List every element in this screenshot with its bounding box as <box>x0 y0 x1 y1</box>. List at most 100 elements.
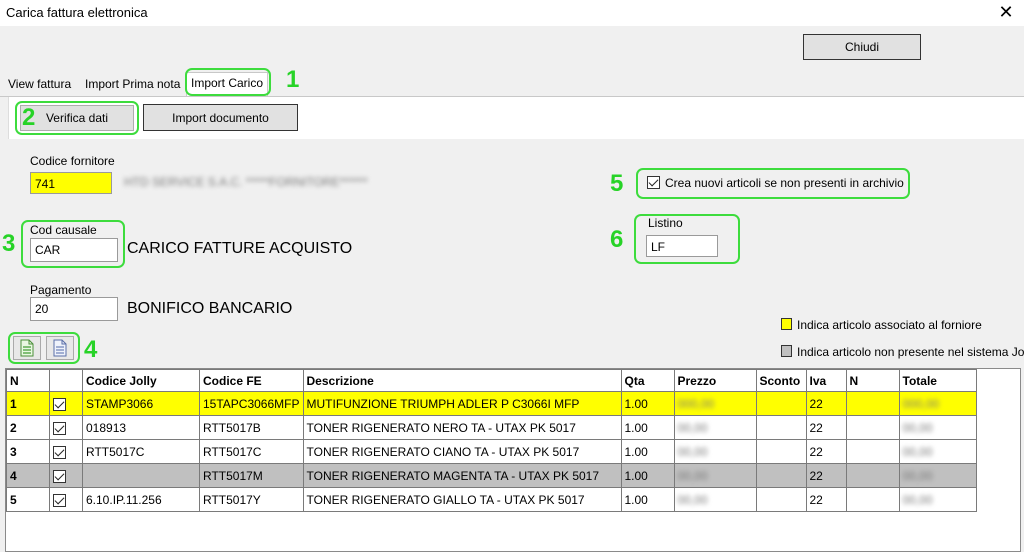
fornitore-name: HTD SERVICE S.A.C. *****FORNITORE****** <box>124 175 368 189</box>
n-cell[interactable] <box>845 487 900 512</box>
totale-cell[interactable]: 00,00 <box>898 487 977 512</box>
deselect-all-icon[interactable] <box>46 336 74 360</box>
table-row[interactable]: 1 STAMP3066 15TAPC3066MFP MUTIFUNZIONE TRIU… <box>6 391 977 416</box>
sconto-cell[interactable] <box>755 463 807 488</box>
codice-fe-cell[interactable]: RTT5017B <box>199 415 304 440</box>
descrizione-cell[interactable]: MUTIFUNZIONE TRIUMPH ADLER P C3066I MFP <box>302 391 622 416</box>
row-checkbox[interactable] <box>49 487 83 512</box>
qta-cell[interactable]: 1.00 <box>620 391 675 416</box>
tab-view-fattura[interactable]: View fattura <box>4 74 75 96</box>
n-cell[interactable] <box>845 463 900 488</box>
listino-label: Listino <box>648 216 683 230</box>
column-header[interactable]: Codice FE <box>199 369 304 392</box>
pagamento-label: Pagamento <box>30 283 92 297</box>
column-header[interactable]: Totale <box>898 369 977 392</box>
codice-jolly-cell[interactable]: 018913 <box>82 415 200 440</box>
prezzo-cell[interactable]: 000,00 <box>673 391 757 416</box>
codice-fe-cell[interactable]: 15TAPC3066MFP <box>199 391 304 416</box>
column-header[interactable]: N <box>845 369 900 392</box>
iva-cell[interactable]: 22 <box>805 463 847 488</box>
table-row[interactable]: 2 018913 RTT5017B TONER RIGENERATO NERO TA … <box>6 415 977 440</box>
legend-gray-swatch <box>781 345 792 357</box>
column-header[interactable]: N <box>6 369 50 392</box>
marker-3: 3 <box>2 230 16 257</box>
qta-cell[interactable]: 1.00 <box>620 439 675 464</box>
marker-1: 1 <box>286 66 300 93</box>
codice-fe-cell[interactable]: RTT5017C <box>199 439 304 464</box>
codice-fe-cell[interactable]: RTT5017M <box>199 463 304 488</box>
marker-5: 5 <box>610 170 624 197</box>
totale-cell[interactable]: 000,00 <box>898 391 977 416</box>
prezzo-cell[interactable]: 00,00 <box>673 415 757 440</box>
codice-fe-cell[interactable]: RTT5017Y <box>199 487 304 512</box>
totale-cell[interactable]: 00,00 <box>898 439 977 464</box>
qta-cell[interactable]: 1.00 <box>620 487 675 512</box>
n-cell[interactable] <box>845 415 900 440</box>
row-checkbox[interactable] <box>49 391 83 416</box>
row-number[interactable]: 3 <box>6 439 50 464</box>
window-title: Carica fattura elettronica <box>6 5 148 20</box>
row-checkbox[interactable] <box>49 439 83 464</box>
title-bar <box>0 0 1024 26</box>
qta-cell[interactable]: 1.00 <box>620 415 675 440</box>
row-checkbox[interactable] <box>49 463 83 488</box>
totale-cell[interactable]: 00,00 <box>898 463 977 488</box>
checkbox-checked-icon[interactable] <box>53 469 66 483</box>
codice-jolly-cell[interactable] <box>82 463 200 488</box>
chiudi-button[interactable]: Chiudi <box>803 34 921 60</box>
tab-import-prima-nota[interactable]: Import Prima nota <box>81 74 184 96</box>
sconto-cell[interactable] <box>755 439 807 464</box>
descrizione-cell[interactable]: TONER RIGENERATO MAGENTA TA - UTAX PK 50… <box>302 463 622 488</box>
descrizione-cell[interactable]: TONER RIGENERATO NERO TA - UTAX PK 5017 <box>302 415 622 440</box>
crea-nuovi-checkbox[interactable] <box>647 175 660 190</box>
descrizione-cell[interactable]: TONER RIGENERATO GIALLO TA - UTAX PK 501… <box>302 487 622 512</box>
import-documento-button[interactable]: Import documento <box>143 104 298 131</box>
checkbox-checked-icon[interactable] <box>53 397 66 411</box>
table-row[interactable]: 3 RTT5017C RTT5017C TONER RIGENERATO CIANO … <box>6 439 977 464</box>
column-header[interactable]: Descrizione <box>302 369 622 392</box>
iva-cell[interactable]: 22 <box>805 439 847 464</box>
column-header[interactable]: Codice Jolly <box>82 369 200 392</box>
sconto-cell[interactable] <box>755 415 807 440</box>
sconto-cell[interactable] <box>755 487 807 512</box>
highlight-tab <box>185 68 271 96</box>
iva-cell[interactable]: 22 <box>805 487 847 512</box>
codice-fornitore-field[interactable]: 741 <box>30 172 112 194</box>
pagamento-description: BONIFICO BANCARIO <box>127 300 293 317</box>
sconto-cell[interactable] <box>755 391 807 416</box>
checkbox-checked-icon[interactable] <box>53 493 66 507</box>
codice-jolly-cell[interactable]: STAMP3066 <box>82 391 200 416</box>
qta-cell[interactable]: 1.00 <box>620 463 675 488</box>
select-all-icon[interactable] <box>13 336 41 360</box>
table-row[interactable]: 4 RTT5017M TONER RIGENERATO MAGENTA TA - U… <box>6 463 977 488</box>
checkbox-checked-icon[interactable] <box>53 421 66 435</box>
column-header[interactable] <box>49 369 83 392</box>
legend-gray-label: Indica articolo non presente nel sistema… <box>797 345 1024 359</box>
iva-cell[interactable]: 22 <box>805 415 847 440</box>
descrizione-cell[interactable]: TONER RIGENERATO CIANO TA - UTAX PK 5017 <box>302 439 622 464</box>
table-row[interactable]: 5 6.10.IP.11.256 RTT5017Y TONER RIGENERATO … <box>6 487 977 512</box>
row-number[interactable]: 5 <box>6 487 50 512</box>
codice-jolly-cell[interactable]: 6.10.IP.11.256 <box>82 487 200 512</box>
row-number[interactable]: 2 <box>6 415 50 440</box>
cod-causale-field[interactable]: CAR <box>30 238 118 262</box>
prezzo-cell[interactable]: 00,00 <box>673 439 757 464</box>
row-number[interactable]: 1 <box>6 391 50 416</box>
n-cell[interactable] <box>845 391 900 416</box>
row-checkbox[interactable] <box>49 415 83 440</box>
column-header[interactable]: Qta <box>620 369 675 392</box>
checkbox-checked-icon[interactable] <box>53 445 66 459</box>
listino-field[interactable]: LF <box>646 235 718 257</box>
iva-cell[interactable]: 22 <box>805 391 847 416</box>
prezzo-cell[interactable]: 00,00 <box>673 487 757 512</box>
codice-jolly-cell[interactable]: RTT5017C <box>82 439 200 464</box>
row-number[interactable]: 4 <box>6 463 50 488</box>
column-header[interactable]: Prezzo <box>673 369 757 392</box>
prezzo-cell[interactable]: 00,00 <box>673 463 757 488</box>
n-cell[interactable] <box>845 439 900 464</box>
column-header[interactable]: Sconto <box>755 369 807 392</box>
pagamento-field[interactable]: 20 <box>30 297 118 321</box>
totale-cell[interactable]: 00,00 <box>898 415 977 440</box>
column-header[interactable]: Iva <box>805 369 847 392</box>
close-icon[interactable]: ✕ <box>996 2 1016 22</box>
